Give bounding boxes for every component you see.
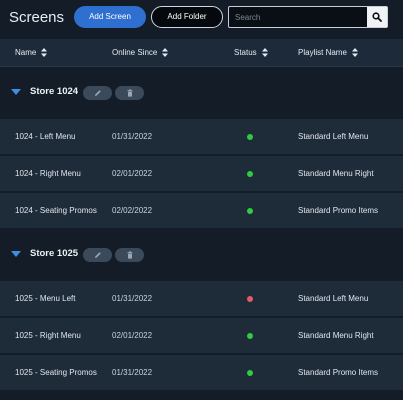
folder-group: Store 1024 xyxy=(0,68,403,118)
table-row[interactable]: 1024 - Seating Promos 02/02/2022 Standar… xyxy=(0,192,403,228)
pencil-icon xyxy=(94,90,101,96)
status-online-dot xyxy=(247,134,253,140)
search-icon xyxy=(372,12,382,22)
column-header-playlist-label: Playlist Name xyxy=(298,48,347,57)
add-screen-button[interactable]: Add Screen xyxy=(74,6,146,28)
status-indicator xyxy=(247,355,257,391)
online-since: 01/31/2022 xyxy=(112,368,153,377)
playlist-name: Standard Left Menu xyxy=(298,132,369,141)
column-header-online-since-label: Online Since xyxy=(112,48,158,57)
edit-folder-button[interactable] xyxy=(83,86,112,100)
screen-name: 1025 - Seating Promos xyxy=(15,368,97,377)
screen-name: 1024 - Seating Promos xyxy=(15,206,97,215)
search-button[interactable] xyxy=(367,7,387,27)
screen-name: 1024 - Right Menu xyxy=(15,169,81,178)
folder-group: Store 1025 xyxy=(0,230,403,280)
column-header-playlist[interactable]: Playlist Name xyxy=(298,39,358,67)
table-row[interactable]: 1025 - Right Menu 02/01/2022 Standard Me… xyxy=(0,317,403,353)
column-header-status-label: Status xyxy=(234,48,257,57)
status-online-dot xyxy=(247,333,253,339)
folder-name: Store 1024 xyxy=(30,86,79,97)
screen-name: 1025 - Menu Left xyxy=(15,294,76,303)
sort-icon xyxy=(41,48,48,58)
collapse-caret-icon[interactable] xyxy=(11,251,21,257)
online-since: 02/01/2022 xyxy=(112,331,153,340)
table-row[interactable]: 1024 - Left Menu 01/31/2022 Standard Lef… xyxy=(0,118,403,154)
status-offline-dot xyxy=(247,296,253,302)
online-since: 01/31/2022 xyxy=(112,294,153,303)
delete-folder-button[interactable] xyxy=(115,248,144,262)
status-online-dot xyxy=(247,171,253,177)
table-row[interactable]: 1025 - Menu Left 01/31/2022 Standard Lef… xyxy=(0,280,403,316)
top-bar: Screens Add Screen Add Folder xyxy=(0,0,403,38)
sort-icon xyxy=(162,48,169,58)
search-box xyxy=(228,6,388,28)
playlist-name: Standard Promo Items xyxy=(298,206,379,215)
search-input[interactable] xyxy=(229,7,365,27)
sort-icon xyxy=(261,48,268,58)
online-since: 01/31/2022 xyxy=(112,132,153,141)
playlist-name: Standard Menu Right xyxy=(298,169,374,178)
column-header-status[interactable]: Status xyxy=(234,39,268,67)
online-since: 02/02/2022 xyxy=(112,206,153,215)
status-indicator xyxy=(247,193,257,229)
column-header-name[interactable]: Name xyxy=(15,39,48,67)
add-folder-button[interactable]: Add Folder xyxy=(151,6,223,28)
table-row[interactable]: 1024 - Right Menu 02/01/2022 Standard Me… xyxy=(0,155,403,191)
playlist-name: Standard Menu Right xyxy=(298,331,374,340)
trash-icon xyxy=(127,251,132,259)
status-online-dot xyxy=(247,208,253,214)
table-header: Name Online Since Status Playlist Name xyxy=(0,39,403,67)
playlist-name: Standard Promo Items xyxy=(298,368,379,377)
delete-folder-button[interactable] xyxy=(115,86,144,100)
status-indicator xyxy=(247,119,257,155)
screen-name: 1024 - Left Menu xyxy=(15,132,76,141)
online-since: 02/01/2022 xyxy=(112,169,153,178)
table-row[interactable]: 1025 - Seating Promos 01/31/2022 Standar… xyxy=(0,354,403,390)
page-title: Screens xyxy=(9,9,65,26)
playlist-name: Standard Left Menu xyxy=(298,294,369,303)
column-header-online-since[interactable]: Online Since xyxy=(112,39,169,67)
screen-name: 1025 - Right Menu xyxy=(15,331,81,340)
status-indicator xyxy=(247,318,257,354)
sort-icon xyxy=(351,48,358,58)
status-indicator xyxy=(247,156,257,192)
trash-icon xyxy=(127,89,132,97)
folder-name: Store 1025 xyxy=(30,248,79,259)
pencil-icon xyxy=(94,252,101,258)
status-indicator xyxy=(247,281,257,317)
status-online-dot xyxy=(247,370,253,376)
column-header-name-label: Name xyxy=(15,48,37,57)
edit-folder-button[interactable] xyxy=(83,248,112,262)
collapse-caret-icon[interactable] xyxy=(11,89,21,95)
